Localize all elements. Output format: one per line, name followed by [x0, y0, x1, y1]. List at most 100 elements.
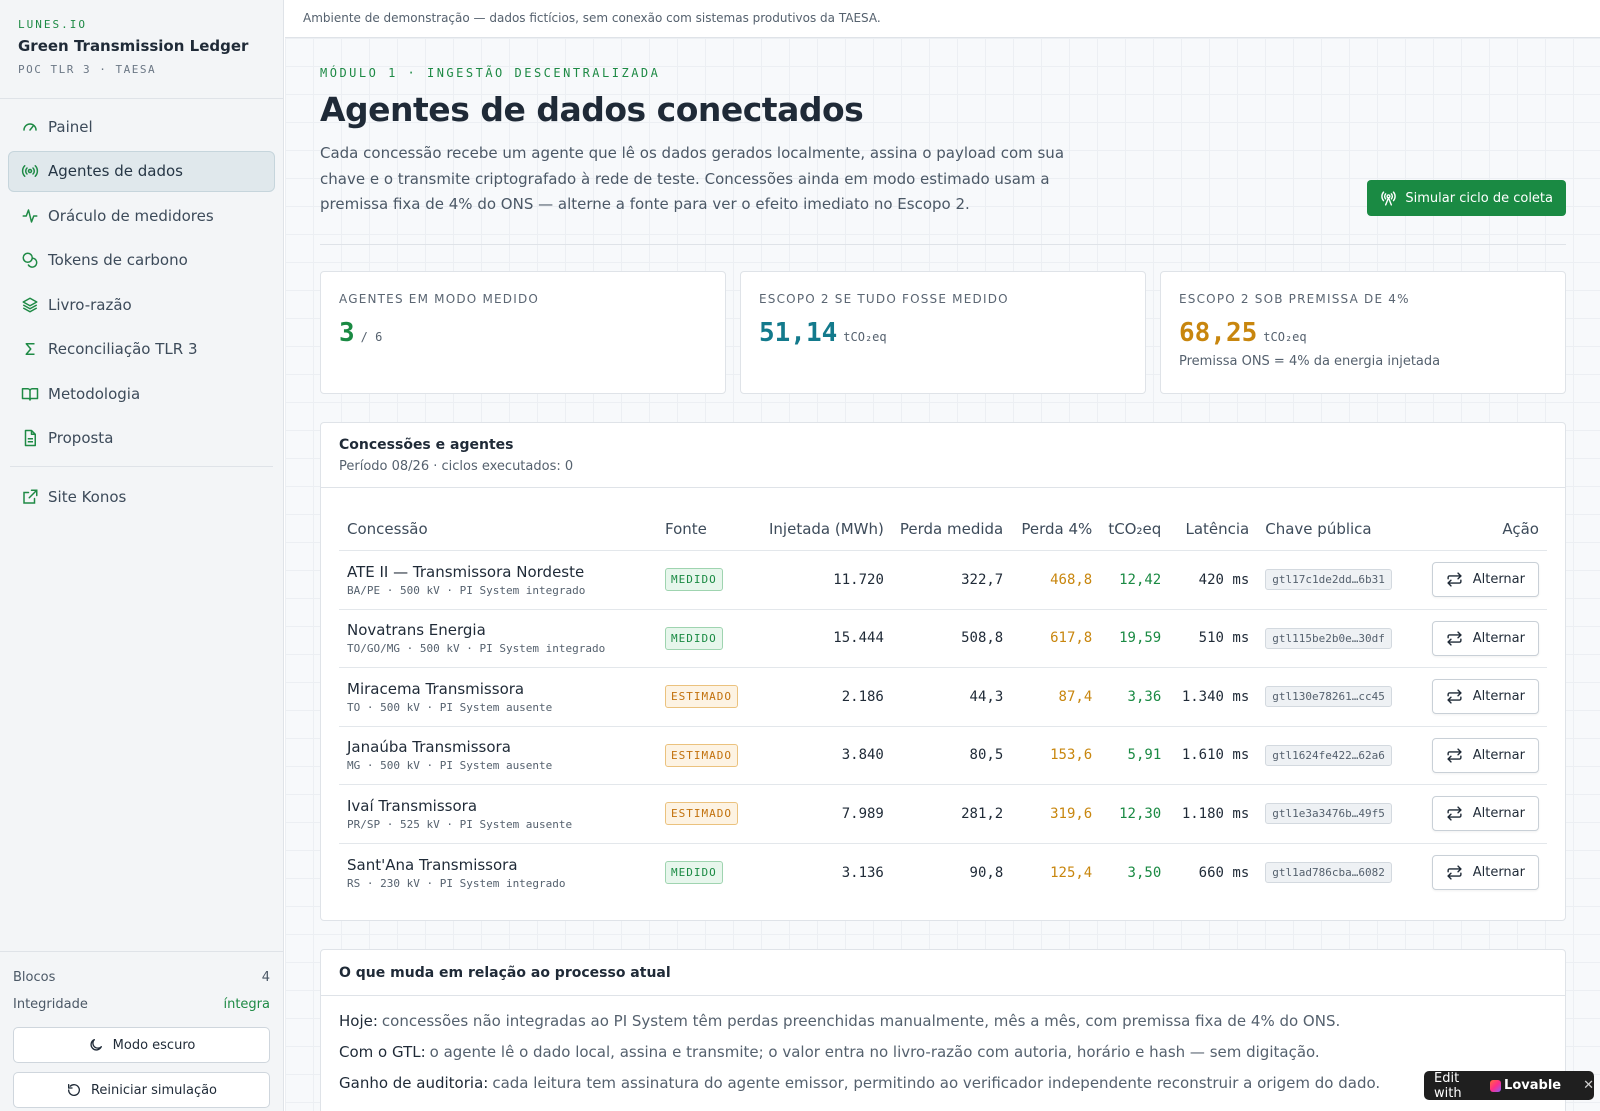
moon-icon	[90, 1039, 102, 1051]
swap-icon	[1447, 806, 1462, 821]
public-key: gtl115be2b0e…30df	[1265, 627, 1392, 649]
sidebar-item-reconciliacao[interactable]: Reconciliação TLR 3	[8, 329, 275, 370]
action-cell: Alternar	[1411, 550, 1547, 610]
kpi-label: ESCOPO 2 SOB PREMISSA DE 4%	[1179, 291, 1410, 306]
sidebar-item-metodologia[interactable]: Metodologia	[8, 373, 275, 414]
layers-icon	[22, 297, 38, 312]
toggle-source-button[interactable]: Alternar	[1431, 620, 1539, 656]
loss-4pct-cell: 617,8	[1011, 609, 1101, 668]
sidebar-item-label: Tokens de carbono	[48, 251, 188, 269]
simulate-collection-label: Simular ciclo de coleta	[1405, 190, 1553, 206]
reset-simulation-button[interactable]: Reiniciar simulação	[13, 1072, 270, 1108]
sidebar-item-label: Proposta	[48, 429, 114, 447]
swap-icon	[1447, 631, 1462, 646]
column-header: Perda 4%	[1011, 508, 1101, 551]
table-row: ATE II — Transmissora Nordeste BA/PE · 50…	[339, 550, 1547, 610]
toggle-source-button[interactable]: Alternar	[1431, 562, 1539, 598]
action-cell: Alternar	[1411, 784, 1547, 844]
loss-4pct-cell: 468,8	[1011, 550, 1101, 610]
concession-name: ATE II — Transmissora Nordeste	[347, 562, 585, 581]
blocks-stat: Blocos 4	[13, 964, 270, 991]
kpi-card-measured-agents: AGENTES EM MODO MEDIDO 3 / 6	[320, 270, 726, 394]
latency-cell: 1.180 ms	[1169, 784, 1258, 844]
table-row: Sant'Ana Transmissora RS · 230 kV · PI Sy…	[339, 843, 1547, 902]
injected-cell: 11.720	[761, 550, 892, 610]
brand-tag: LUNES.IO	[18, 18, 87, 31]
badge-prefix: Edit with	[1434, 1070, 1462, 1101]
coins-icon	[22, 252, 38, 268]
table-row: Miracema Transmissora TO · 500 kV · PI Sy…	[339, 667, 1547, 727]
blocks-label: Blocos	[13, 970, 56, 985]
change-label: Ganho de auditoria:	[339, 1074, 489, 1092]
sidebar-item-agentes[interactable]: Agentes de dados	[8, 150, 275, 192]
public-key: gtl17c1de2dd…6b31	[1265, 569, 1392, 591]
measured-loss-cell: 44,3	[891, 667, 1012, 727]
source-badge: ESTIMADO	[665, 685, 738, 709]
column-header: Latência	[1169, 508, 1258, 551]
toggle-source-button[interactable]: Alternar	[1431, 796, 1539, 832]
toggle-source-label: Alternar	[1472, 572, 1525, 588]
action-cell: Alternar	[1411, 726, 1547, 785]
brand-subtitle: POC TLR 3 · TAESA	[18, 63, 157, 76]
change-item: Ganho de auditoria: cada leitura tem assi…	[339, 1068, 1547, 1099]
change-text: cada leitura tem assinatura do agente em…	[492, 1074, 1381, 1092]
sidebar-item-site-konos[interactable]: Site Konos	[8, 477, 275, 518]
kpi-value: 3	[339, 317, 355, 348]
concessions-panel: Concessões e agentes Período 08/26 · cic…	[320, 421, 1566, 921]
concession-meta: TO · 500 kV · PI System ausente	[347, 700, 553, 714]
toggle-source-label: Alternar	[1472, 747, 1525, 763]
change-text: concessões não integradas ao PI System t…	[381, 1012, 1341, 1030]
change-text: o agente lê o dado local, assina e trans…	[429, 1043, 1320, 1061]
panel-header: Concessões e agentes Período 08/26 · cic…	[321, 423, 1565, 488]
toggle-source-label: Alternar	[1472, 689, 1525, 705]
sidebar-item-proposta[interactable]: Proposta	[8, 418, 275, 459]
concession-cell: ATE II — Transmissora Nordeste BA/PE · 50…	[339, 550, 657, 610]
sidebar-nav: Painel Agentes de dados Oráculo de medid…	[0, 99, 283, 528]
reset-label: Reiniciar simulação	[90, 1082, 218, 1098]
concession-meta: TO/GO/MG · 500 kV · PI System integrado	[347, 642, 606, 656]
sidebar-item-oraculo[interactable]: Oráculo de medidores	[8, 195, 275, 236]
changes-panel: O que muda em relação ao processo atual …	[320, 948, 1566, 1111]
column-header: Concessão	[339, 508, 657, 551]
brand: LUNES.IO Green Transmission Ledger POC T…	[0, 0, 283, 99]
integrity-label: Integridade	[13, 997, 88, 1012]
kpi-label: AGENTES EM MODO MEDIDO	[339, 291, 540, 306]
change-item: Com o GTL: o agente lê o dado local, assi…	[339, 1037, 1547, 1068]
kpi-unit: tCO₂eq	[1263, 329, 1307, 344]
injected-cell: 2.186	[761, 667, 892, 727]
action-cell: Alternar	[1411, 609, 1547, 668]
dark-mode-button[interactable]: Modo escuro	[13, 1027, 270, 1063]
action-cell: Alternar	[1411, 843, 1547, 902]
swap-icon	[1447, 689, 1462, 704]
sidebar-item-label: Reconciliação TLR 3	[48, 340, 198, 358]
concession-name: Novatrans Energia	[347, 621, 486, 640]
close-icon[interactable]: ✕	[1583, 1078, 1594, 1093]
latency-cell: 1.340 ms	[1169, 667, 1258, 727]
panel-title: Concessões e agentes	[339, 436, 514, 453]
kpi-value: 51,14	[759, 317, 838, 348]
toggle-source-button[interactable]: Alternar	[1431, 855, 1539, 890]
toggle-source-button[interactable]: Alternar	[1431, 679, 1539, 715]
action-cell: Alternar	[1411, 667, 1547, 727]
table-row: Novatrans Energia TO/GO/MG · 500 kV · PI …	[339, 609, 1547, 668]
sidebar-item-livro-razao[interactable]: Livro-razão	[8, 284, 275, 325]
source-cell: ESTIMADO	[657, 784, 761, 844]
source-cell: MEDIDO	[657, 550, 761, 610]
sidebar-item-painel[interactable]: Painel	[8, 106, 275, 147]
kpi-unit: / 6	[360, 329, 383, 344]
rotate-icon	[67, 1084, 80, 1096]
badge-brand: Lovable	[1504, 1078, 1562, 1093]
source-badge: MEDIDO	[665, 568, 723, 592]
source-badge: MEDIDO	[665, 626, 723, 650]
lovable-badge[interactable]: Edit with Lovable ✕	[1424, 1070, 1594, 1101]
latency-cell: 510 ms	[1169, 609, 1258, 668]
simulate-collection-button[interactable]: Simular ciclo de coleta	[1367, 180, 1566, 216]
header-divider	[320, 243, 1566, 245]
sidebar-item-tokens[interactable]: Tokens de carbono	[8, 240, 275, 281]
column-header: Ação	[1411, 508, 1547, 551]
public-key-cell: gtl1ad786cba…6082	[1257, 843, 1411, 902]
page-description: Cada concessão recebe um agente que lê o…	[320, 144, 1065, 213]
change-label: Com o GTL:	[339, 1043, 426, 1061]
concession-cell: Novatrans Energia TO/GO/MG · 500 kV · PI …	[339, 609, 657, 668]
toggle-source-button[interactable]: Alternar	[1431, 737, 1539, 773]
